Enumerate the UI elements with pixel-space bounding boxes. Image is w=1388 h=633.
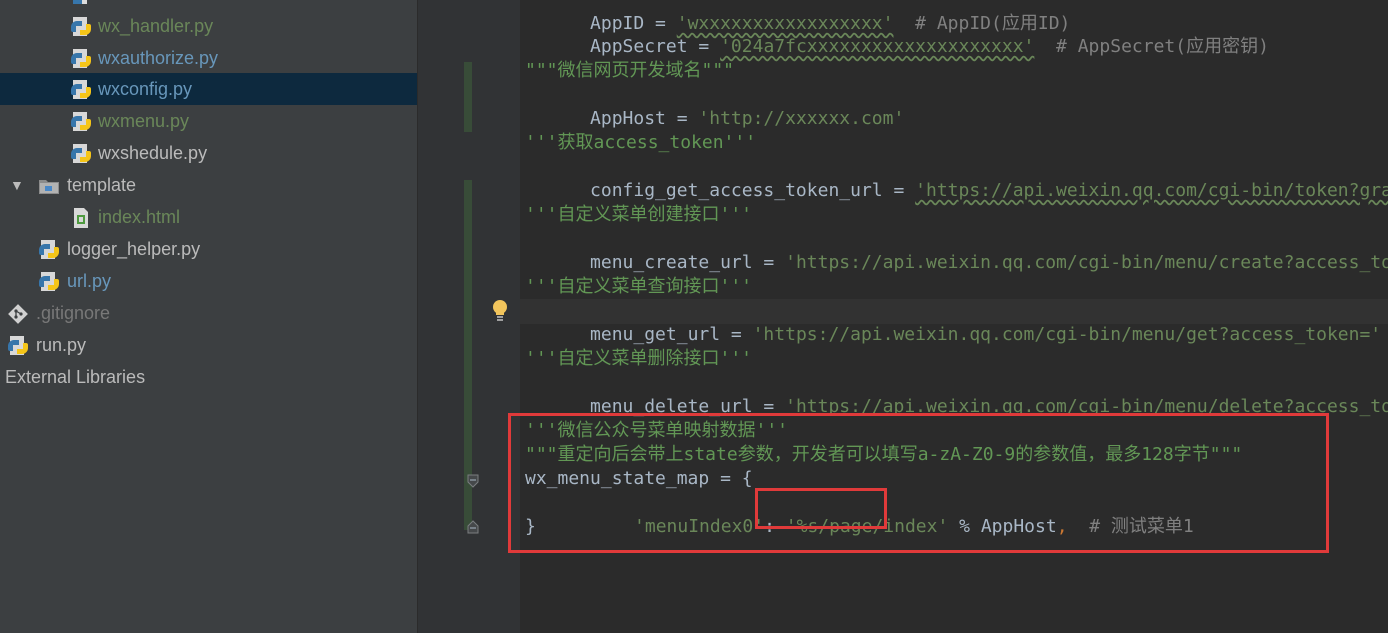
tree-item-partial[interactable] (0, 0, 417, 10)
python-file-icon (70, 48, 92, 70)
code-operator: = (752, 396, 786, 417)
tree-item-label: wxauthorize.py (98, 48, 219, 68)
code-string: 'https://api.weixin.qq.com/cgi-bin/token… (915, 180, 1388, 201)
fold-end-icon[interactable] (466, 520, 480, 534)
python-file-icon (38, 271, 60, 293)
tree-item-url[interactable]: url.py (0, 265, 417, 297)
code-line-docstring: '''自定义菜单删除接口''' (525, 348, 753, 369)
code-line-token-url: config_get_access_token_url = 'https://a… (525, 155, 1388, 201)
tree-item-label: wxmenu.py (98, 111, 190, 131)
code-identifier: AppSecret (590, 36, 688, 57)
python-file-icon (70, 143, 92, 165)
code-line-docstring: """重定向后会带上state参数，开发者可以填写a-zA-Z0-9的参数值，最… (525, 444, 1243, 465)
python-file-icon (7, 335, 29, 357)
code-operator: = (720, 324, 753, 345)
tree-item-gitignore[interactable]: .gitignore (0, 297, 417, 329)
tree-item-logger-helper[interactable]: logger_helper.py (0, 233, 417, 265)
code-line-apphost: AppHost = 'http://xxxxxx.com' (525, 83, 904, 129)
code-comment: # 测试菜单1 (1067, 516, 1194, 537)
code-identifier: AppHost (590, 108, 666, 129)
code-operator: : (764, 516, 786, 537)
expand-arrow-icon[interactable]: ▼ (10, 169, 24, 201)
code-identifier: menu_create_url (590, 252, 753, 273)
tree-item-run[interactable]: run.py (0, 329, 417, 361)
tree-item-wxauthorize[interactable]: wxauthorize.py (0, 42, 417, 74)
html-file-icon (70, 207, 92, 229)
code-line-docstring: '''自定义菜单查询接口''' (525, 276, 753, 297)
code-identifier: menu_get_url (590, 324, 721, 345)
tree-item-index-html[interactable]: index.html (0, 201, 417, 233)
python-file-icon (70, 111, 92, 133)
code-line-map-open: wx_menu_state_map = { (525, 468, 753, 489)
tree-item-label: run.py (36, 335, 87, 355)
code-string: '024a7fcxxxxxxxxxxxxxxxxxxxx' (720, 36, 1035, 57)
code-identifier: menu_delete_url (590, 396, 753, 417)
code-line-delete-url: menu_delete_url = 'https://api.weixin.qq… (525, 371, 1388, 417)
editor-gutter (417, 0, 520, 633)
tree-item-label: index.html (98, 207, 181, 227)
python-file-icon (70, 79, 92, 101)
code-string: 'http://xxxxxx.com' (698, 108, 905, 129)
code-string: 'https://api.weixin.qq.com/cgi-bin/menu/… (785, 396, 1388, 417)
tree-item-label: wxshedule.py (98, 143, 208, 163)
code-editor[interactable]: AppID = 'wxxxxxxxxxxxxxxxxx' # AppID(应用I… (520, 0, 1388, 633)
code-line-appsecret: AppSecret = '024a7fcxxxxxxxxxxxxxxxxxxxx… (525, 11, 1269, 57)
code-string: '%s/page/index' (785, 516, 949, 537)
code-line-docstring: '''微信公众号菜单映射数据''' (525, 420, 789, 441)
code-operator: = (882, 180, 916, 201)
code-operator: = (665, 108, 699, 129)
code-line-create-url: menu_create_url = 'https://api.weixin.qq… (525, 227, 1388, 273)
code-line-get-url: menu_get_url = 'https://api.weixin.qq.co… (525, 299, 1381, 345)
code-line-map-entry: 'menuIndex0': '%s/page/index' % AppHost,… (569, 491, 1194, 537)
code-line-docstring: '''自定义菜单创建接口''' (525, 204, 753, 225)
tree-item-label: url.py (67, 271, 112, 291)
code-string: 'https://api.weixin.qq.com/cgi-bin/menu/… (785, 252, 1388, 273)
code-comment: # AppSecret(应用密钥) (1034, 36, 1269, 57)
tree-item-template[interactable]: ▼ template (0, 169, 417, 201)
tree-item-wxmenu[interactable]: wxmenu.py (0, 105, 417, 137)
python-file-icon (70, 16, 92, 38)
ide-window: wx_handler.py wxauthorize.py wxconfig.py… (0, 0, 1388, 633)
code-line-map-close: } (525, 516, 536, 537)
code-operator: = (752, 252, 786, 273)
tree-item-label: .gitignore (36, 303, 111, 323)
code-string: 'https://api.weixin.qq.com/cgi-bin/menu/… (752, 324, 1382, 345)
code-line-docstring: """微信网页开发域名""" (525, 60, 735, 81)
folder-icon (38, 175, 60, 197)
code-string: 'menuIndex0' (634, 516, 765, 537)
code-line-docstring: '''获取access_token''' (525, 132, 757, 153)
code-identifier: config_get_access_token_url (590, 180, 883, 201)
python-file-icon (70, 0, 92, 6)
tree-item-label: wx_handler.py (98, 16, 214, 36)
code-punctuation: , (1056, 516, 1068, 537)
code-operator: % AppHost (948, 516, 1057, 537)
change-marker (464, 62, 472, 132)
fold-start-icon[interactable] (466, 474, 480, 488)
project-tree-panel: wx_handler.py wxauthorize.py wxconfig.py… (0, 0, 417, 633)
tree-item-wxshedule[interactable]: wxshedule.py (0, 137, 417, 169)
lightbulb-icon[interactable] (489, 298, 511, 322)
python-file-icon (38, 239, 60, 261)
tree-item-external-libraries[interactable]: External Libraries (0, 361, 417, 393)
tree-item-wx-handler[interactable]: wx_handler.py (0, 10, 417, 42)
git-icon (7, 303, 29, 325)
tree-item-wxconfig[interactable]: wxconfig.py (0, 73, 417, 105)
tree-item-label: External Libraries (5, 367, 146, 387)
code-operator: = (687, 36, 721, 57)
tree-item-label: logger_helper.py (67, 239, 201, 259)
tree-item-label: template (67, 175, 137, 195)
tree-item-label: wxconfig.py (98, 79, 193, 99)
